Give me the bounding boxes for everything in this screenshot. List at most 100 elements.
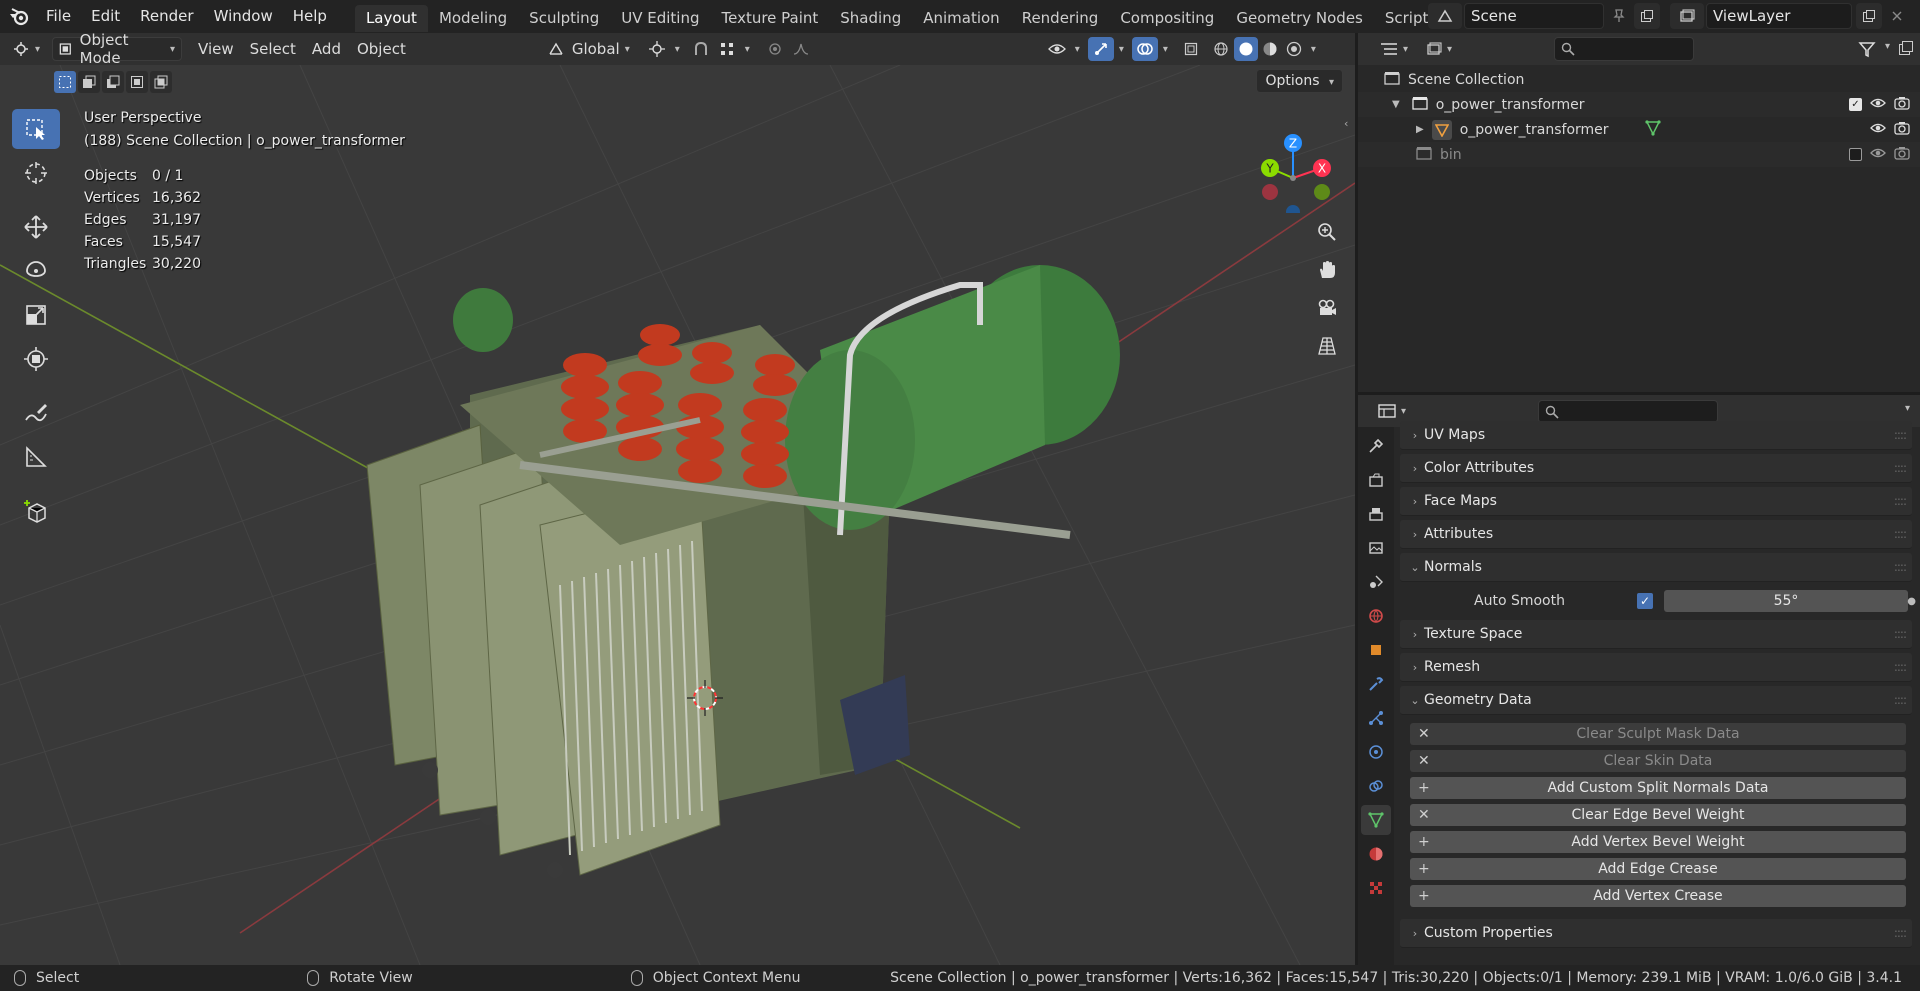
tab-rendering[interactable]: Rendering [1011, 5, 1110, 32]
menu-file[interactable]: File [36, 0, 81, 33]
drag-grip-icon[interactable]: :::: [1894, 494, 1907, 508]
clear-sculpt-mask-button[interactable]: ✕ Clear Sculpt Mask Data [1410, 723, 1906, 745]
drag-grip-icon[interactable]: :::: [1894, 693, 1907, 707]
material-tab-icon[interactable] [1361, 839, 1391, 869]
transform-orientation-dropdown[interactable]: Global ▾ [542, 37, 636, 61]
perspective-grid-icon[interactable] [1311, 330, 1343, 362]
drag-grip-icon[interactable]: :::: [1894, 660, 1907, 674]
snap-icon[interactable] [688, 37, 714, 61]
tab-animation[interactable]: Animation [912, 5, 1010, 32]
menu-select[interactable]: Select [244, 37, 302, 61]
mesh-data-tab-icon[interactable] [1361, 805, 1391, 835]
cursor-tool-icon[interactable] [12, 153, 60, 193]
camera-render-icon[interactable] [1894, 96, 1910, 114]
expand-arrow-icon[interactable]: ▶ [1416, 124, 1424, 135]
panel-geometry-data[interactable]: ⌄ Geometry Data:::: [1400, 686, 1912, 715]
outliner-scene-collection[interactable]: Scene Collection [1358, 67, 1920, 92]
tab-geometry-nodes[interactable]: Geometry Nodes [1225, 5, 1374, 32]
move-tool-icon[interactable] [12, 207, 60, 247]
select-box-tool-icon[interactable] [12, 109, 60, 149]
add-cube-tool-icon[interactable] [12, 491, 60, 531]
texture-tab-icon[interactable] [1361, 873, 1391, 903]
pan-hand-icon[interactable] [1311, 254, 1343, 286]
sidebar-toggle-arrow-icon[interactable]: ‹ [1344, 117, 1348, 130]
drag-grip-icon[interactable]: :::: [1894, 461, 1907, 475]
panel-custom-properties[interactable]: › Custom Properties:::: [1400, 919, 1912, 948]
add-vertex-crease-button[interactable]: + Add Vertex Crease [1410, 885, 1906, 907]
chevron-down-icon[interactable]: ▾ [1905, 403, 1910, 414]
drag-grip-icon[interactable]: :::: [1894, 560, 1907, 574]
navigation-gizmo[interactable]: Z X Y [1250, 113, 1350, 213]
tab-layout[interactable]: Layout [354, 4, 428, 32]
measure-tool-icon[interactable] [12, 437, 60, 477]
drag-grip-icon[interactable]: :::: [1894, 627, 1907, 641]
snap-target-icon[interactable] [714, 37, 740, 61]
select-invert-icon[interactable] [126, 71, 148, 93]
select-box-new-icon[interactable] [54, 71, 76, 93]
proportional-editing-icon[interactable] [762, 37, 788, 61]
viewport-scene[interactable] [0, 65, 1355, 965]
panel-texture-space[interactable]: › Texture Space:::: [1400, 620, 1912, 649]
blender-logo-icon[interactable] [8, 6, 30, 28]
constraints-tab-icon[interactable] [1361, 771, 1391, 801]
menu-help[interactable]: Help [283, 0, 337, 33]
gizmo-toggle-icon[interactable] [1087, 37, 1114, 61]
transform-tool-icon[interactable] [12, 339, 60, 379]
auto-smooth-checkbox[interactable]: ✓ [1637, 593, 1653, 609]
mode-dropdown[interactable]: Object Mode ▾ [52, 33, 183, 67]
properties-editor-type-dropdown[interactable]: ▾ [1372, 399, 1412, 423]
exclude-checkbox[interactable]: ✓ [1849, 98, 1862, 111]
mesh-data-icon[interactable] [1644, 119, 1661, 140]
rotate-tool-icon[interactable] [12, 251, 60, 291]
panel-normals[interactable]: ⌄ Normals:::: [1400, 553, 1912, 582]
tab-texture-paint[interactable]: Texture Paint [710, 5, 829, 32]
outliner-item-object[interactable]: ▶ o_power_transformer [1358, 117, 1920, 142]
tool-tab-icon[interactable] [1361, 431, 1391, 461]
select-extend-icon[interactable] [78, 71, 100, 93]
menu-add[interactable]: Add [306, 37, 347, 61]
tab-modeling[interactable]: Modeling [428, 5, 518, 32]
scene-icon[interactable] [1428, 3, 1462, 29]
properties-search-input[interactable] [1538, 400, 1718, 423]
clear-edge-bevel-weight-button[interactable]: ✕ Clear Edge Bevel Weight [1410, 804, 1906, 826]
menu-view[interactable]: View [192, 37, 240, 61]
rendered-shading-icon[interactable] [1282, 37, 1306, 61]
3d-viewport[interactable]: ▾ Object Mode ▾ View Select Add Object G… [0, 33, 1355, 965]
exclude-checkbox[interactable] [1849, 148, 1862, 161]
select-subtract-icon[interactable] [102, 71, 124, 93]
falloff-icon[interactable] [788, 37, 814, 61]
panel-face-maps[interactable]: › Face Maps:::: [1400, 487, 1912, 516]
clear-skin-data-button[interactable]: ✕ Clear Skin Data [1410, 750, 1906, 772]
view-layer-name-field[interactable]: ViewLayer [1706, 3, 1852, 29]
drag-grip-icon[interactable]: :::: [1894, 926, 1907, 940]
eye-icon[interactable] [1870, 97, 1886, 113]
new-scene-icon[interactable] [1634, 3, 1660, 29]
keyframe-dot-icon[interactable]: ● [1907, 596, 1916, 607]
scene-name-field[interactable]: Scene [1464, 3, 1604, 29]
eye-icon[interactable] [1870, 147, 1886, 163]
expand-arrow-icon[interactable]: ▼ [1392, 99, 1400, 110]
tab-uv-editing[interactable]: UV Editing [610, 5, 710, 32]
scale-tool-icon[interactable] [12, 295, 60, 335]
tab-sculpting[interactable]: Sculpting [518, 5, 610, 32]
menu-window[interactable]: Window [204, 0, 283, 33]
options-dropdown[interactable]: Options ▾ [1256, 69, 1343, 93]
panel-uv-maps[interactable]: › UV Maps:::: [1400, 421, 1912, 450]
pivot-point-icon[interactable] [644, 37, 670, 61]
auto-smooth-angle-field[interactable]: 55° [1664, 590, 1908, 612]
gizmo-neg-z[interactable] [1286, 205, 1300, 213]
material-preview-icon[interactable] [1258, 37, 1282, 61]
add-vertex-bevel-weight-button[interactable]: + Add Vertex Bevel Weight [1410, 831, 1906, 853]
new-collection-icon[interactable] [1898, 40, 1914, 60]
add-edge-crease-button[interactable]: + Add Edge Crease [1410, 858, 1906, 880]
menu-object[interactable]: Object [351, 37, 412, 61]
camera-render-icon[interactable] [1894, 146, 1910, 164]
new-view-layer-icon[interactable] [1856, 3, 1882, 29]
render-tab-icon[interactable] [1361, 465, 1391, 495]
eye-icon[interactable] [1870, 122, 1886, 138]
solid-shading-icon[interactable] [1233, 37, 1258, 61]
panel-attributes[interactable]: › Attributes:::: [1400, 520, 1912, 549]
camera-icon[interactable] [1311, 292, 1343, 324]
drag-grip-icon[interactable]: :::: [1894, 428, 1907, 442]
outliner-item-bin[interactable]: bin [1358, 142, 1920, 167]
